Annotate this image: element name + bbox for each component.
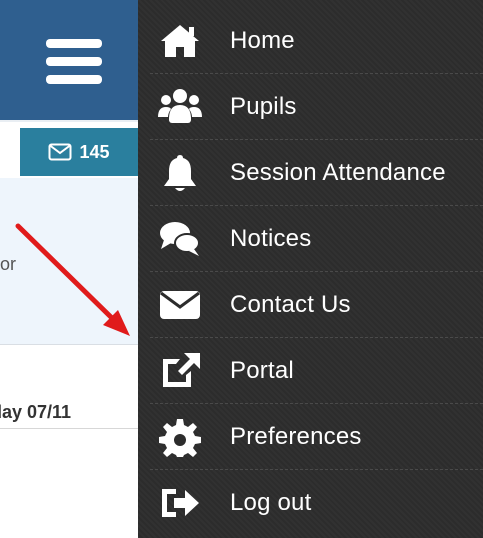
envelope-icon [48, 143, 72, 161]
menu-item-preferences[interactable]: Preferences [138, 404, 483, 470]
notice-text-fragment: or [0, 254, 17, 274]
menu-item-contact-us[interactable]: Contact Us [138, 272, 483, 338]
menu-item-portal[interactable]: Portal [138, 338, 483, 404]
users-icon [156, 87, 204, 127]
app-header [0, 0, 138, 122]
menu-label: Session Attendance [230, 159, 446, 186]
mail-count-button[interactable]: 145 [20, 128, 138, 176]
menu-label: Home [230, 27, 295, 54]
day-heading: day 07/11 [0, 402, 138, 423]
divider [0, 428, 138, 429]
menu-item-notices[interactable]: Notices [138, 206, 483, 272]
side-menu: Home Pupils Session Attendance Notices C… [138, 0, 483, 538]
menu-item-pupils[interactable]: Pupils [138, 74, 483, 140]
menu-label: Portal [230, 357, 294, 384]
sign-out-icon [156, 483, 204, 523]
hamburger-bar [46, 75, 102, 84]
hamburger-bar [46, 57, 102, 66]
day-heading-text: day 07/11 [0, 402, 72, 422]
notice-panel[interactable] [0, 178, 138, 345]
menu-item-log-out[interactable]: Log out [138, 470, 483, 536]
menu-label: Pupils [230, 93, 297, 120]
menu-label: Log out [230, 489, 312, 516]
menu-label: Preferences [230, 423, 362, 450]
menu-item-home[interactable]: Home [138, 8, 483, 74]
home-icon [156, 21, 204, 61]
menu-label: Notices [230, 225, 312, 252]
hamburger-bar [46, 39, 102, 48]
comments-icon [156, 219, 204, 259]
envelope-icon [156, 285, 204, 325]
menu-item-session-attendance[interactable]: Session Attendance [138, 140, 483, 206]
gear-icon [156, 417, 204, 457]
external-link-icon [156, 351, 204, 391]
bell-icon [156, 153, 204, 193]
mail-count: 145 [79, 141, 110, 162]
hamburger-menu-button[interactable] [38, 31, 110, 93]
menu-label: Contact Us [230, 291, 351, 318]
